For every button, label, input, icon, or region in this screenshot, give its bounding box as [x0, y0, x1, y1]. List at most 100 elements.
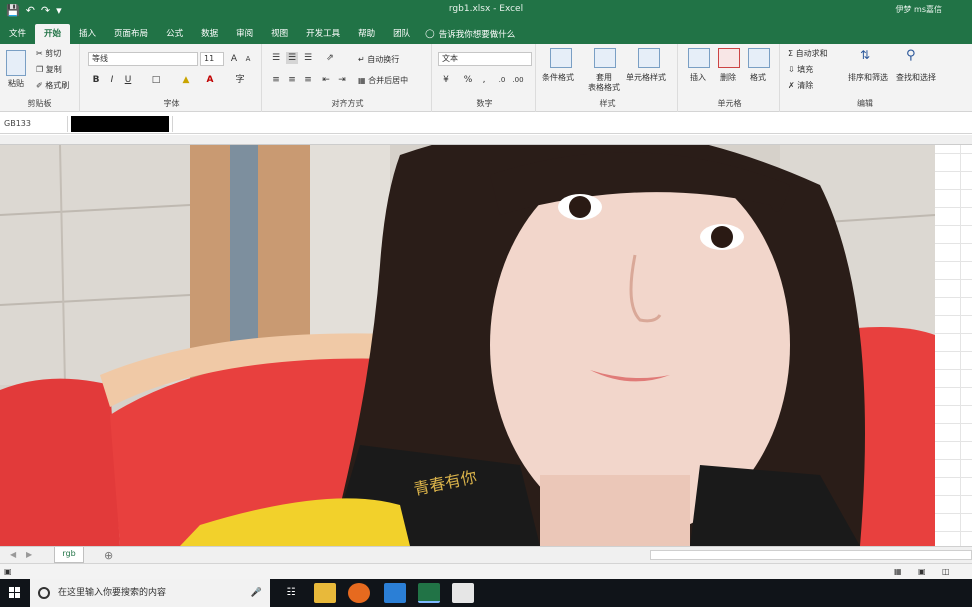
conditional-format-icon[interactable] — [550, 48, 572, 68]
decrease-font-icon[interactable]: A — [242, 53, 254, 65]
conditional-format-button[interactable]: 条件格式 — [542, 72, 574, 83]
number-group-label: 数字 — [476, 99, 493, 108]
copy-label: 复制 — [45, 65, 62, 74]
tab-insert[interactable]: 插入 — [70, 24, 105, 44]
align-center-icon[interactable]: ≡ — [286, 74, 298, 86]
add-sheet-icon[interactable]: ⊕ — [104, 549, 113, 562]
sheet-nav-left-icon[interactable]: ◀ — [10, 550, 16, 559]
autosum-label: 自动求和 — [795, 49, 828, 58]
microphone-icon[interactable]: 🎤 — [251, 579, 262, 607]
decrease-decimal-icon[interactable]: .00 — [512, 74, 524, 86]
page-layout-view-icon[interactable]: ▣ — [918, 567, 926, 576]
tab-team[interactable]: 团队 — [384, 24, 419, 44]
page-break-view-icon[interactable]: ◫ — [942, 567, 950, 576]
photos-icon[interactable] — [452, 583, 474, 603]
bold-icon[interactable]: B — [90, 74, 102, 86]
format-table-button-2[interactable]: 表格格式 — [588, 82, 620, 93]
wrap-text-button[interactable]: ↵ 自动换行 — [358, 54, 399, 65]
tab-file[interactable]: 文件 — [0, 24, 35, 44]
tab-data[interactable]: 数据 — [192, 24, 227, 44]
excel-taskbar-icon[interactable] — [418, 583, 440, 603]
merge-center-label: 合并后居中 — [368, 76, 409, 85]
font-color-icon[interactable]: A — [204, 74, 216, 86]
align-top-icon[interactable]: ☰ — [270, 52, 282, 64]
formula-bar: GB133 — [0, 114, 972, 134]
format-table-icon[interactable] — [594, 48, 616, 68]
horizontal-scrollbar[interactable] — [650, 550, 972, 560]
format-cells-icon[interactable] — [748, 48, 770, 68]
firefox-icon[interactable] — [348, 583, 370, 603]
format-cells-button[interactable]: 格式 — [750, 72, 766, 83]
user-name[interactable]: 伊梦 ms嘉信 — [895, 4, 942, 15]
increase-indent-icon[interactable]: ⇥ — [336, 74, 348, 86]
macro-record-icon[interactable]: ▣ — [4, 567, 12, 576]
font-size-select[interactable]: 11 — [200, 52, 224, 66]
photo-drawing: 青春有你 — [0, 145, 935, 546]
normal-view-icon[interactable]: ▦ — [894, 567, 902, 576]
sort-filter-button[interactable]: 排序和筛选 — [848, 72, 888, 83]
format-painter-button[interactable]: ✐ 格式刷 — [36, 80, 69, 91]
ribbon-tabs: 文件 开始 插入 页面布局 公式 数据 审阅 视图 开发工具 帮助 团队 ◯ 告… — [0, 22, 972, 44]
name-box[interactable]: GB133 — [0, 116, 68, 132]
merge-center-button[interactable]: ▦ 合并后居中 — [358, 75, 408, 86]
autosum-button[interactable]: Σ 自动求和 — [788, 48, 828, 59]
tab-formulas[interactable]: 公式 — [157, 24, 192, 44]
taskbar-search-box[interactable]: 在这里输入你要搜索的内容 🎤 — [30, 579, 270, 607]
formula-redacted-area — [71, 116, 169, 132]
orientation-icon[interactable]: ⇗ — [324, 52, 336, 64]
title-bar: 💾 ↶ ↷ ▾ rgb1.xlsx - Excel 伊梦 ms嘉信 — [0, 0, 972, 22]
align-bottom-icon[interactable]: ☰ — [302, 52, 314, 64]
sheet-nav-right-icon[interactable]: ▶ — [26, 550, 32, 559]
file-explorer-icon[interactable] — [314, 583, 336, 603]
cell-styles-icon[interactable] — [638, 48, 660, 68]
formula-input[interactable] — [172, 116, 962, 132]
percent-icon[interactable]: % — [462, 74, 474, 86]
clear-button[interactable]: ✗ 清除 — [788, 80, 813, 91]
tab-review[interactable]: 审阅 — [227, 24, 262, 44]
italic-icon[interactable]: I — [106, 74, 118, 86]
align-middle-icon[interactable]: ☰ — [286, 52, 298, 64]
copy-button[interactable]: ❐ 复制 — [36, 64, 62, 75]
sort-filter-icon[interactable]: ⇅ — [860, 48, 882, 68]
delete-cells-icon[interactable] — [718, 48, 740, 68]
currency-icon[interactable]: ¥ — [440, 74, 452, 86]
clipboard-group: 粘贴 ✂ 剪切 ❐ 复制 ✐ 格式刷 剪贴板 — [0, 44, 80, 112]
column-header — [0, 135, 972, 145]
cell-styles-button[interactable]: 单元格样式 — [626, 72, 666, 83]
insert-cells-button[interactable]: 插入 — [690, 72, 706, 83]
tab-home[interactable]: 开始 — [35, 24, 71, 44]
align-right-icon[interactable]: ≡ — [302, 74, 314, 86]
task-view-icon[interactable]: ☷ — [280, 583, 302, 603]
cut-button[interactable]: ✂ 剪切 — [36, 48, 61, 59]
vscode-icon[interactable] — [384, 583, 406, 603]
fill-color-icon[interactable]: ▲ — [180, 74, 192, 86]
increase-font-icon[interactable]: A — [228, 53, 240, 65]
number-format-select[interactable]: 文本 — [438, 52, 532, 66]
clear-label: 清除 — [797, 81, 814, 90]
windows-taskbar: 在这里输入你要搜索的内容 🎤 ☷ — [0, 579, 972, 607]
insert-cells-icon[interactable] — [688, 48, 710, 68]
find-select-button[interactable]: 查找和选择 — [896, 72, 936, 83]
find-select-icon[interactable]: ⚲ — [906, 48, 928, 68]
paste-button[interactable]: 粘贴 — [8, 78, 24, 89]
font-name-select[interactable]: 等线 — [88, 52, 198, 66]
sheet-tab-rgb[interactable]: rgb — [54, 547, 84, 563]
align-left-icon[interactable]: ≡ — [270, 74, 282, 86]
tab-view[interactable]: 视图 — [262, 24, 297, 44]
borders-icon[interactable]: □ — [150, 74, 162, 86]
fill-button[interactable]: ⇩ 填充 — [788, 64, 813, 75]
tab-page-layout[interactable]: 页面布局 — [105, 24, 157, 44]
comma-icon[interactable]: , — [478, 74, 490, 86]
cells-group: 插入 删除 格式 单元格 — [680, 44, 780, 112]
start-button[interactable] — [0, 579, 30, 607]
increase-decimal-icon[interactable]: .0 — [496, 74, 508, 86]
tab-help[interactable]: 帮助 — [349, 24, 384, 44]
decrease-indent-icon[interactable]: ⇤ — [320, 74, 332, 86]
tell-me-box[interactable]: ◯ 告诉我你想要做什么 — [419, 24, 515, 44]
embedded-photo[interactable]: 青春有你 — [0, 145, 935, 546]
underline-icon[interactable]: U — [122, 74, 134, 86]
delete-cells-button[interactable]: 删除 — [720, 72, 736, 83]
tab-developer[interactable]: 开发工具 — [297, 24, 349, 44]
paste-icon[interactable] — [6, 50, 26, 76]
phonetic-icon[interactable]: 字 — [234, 74, 246, 86]
